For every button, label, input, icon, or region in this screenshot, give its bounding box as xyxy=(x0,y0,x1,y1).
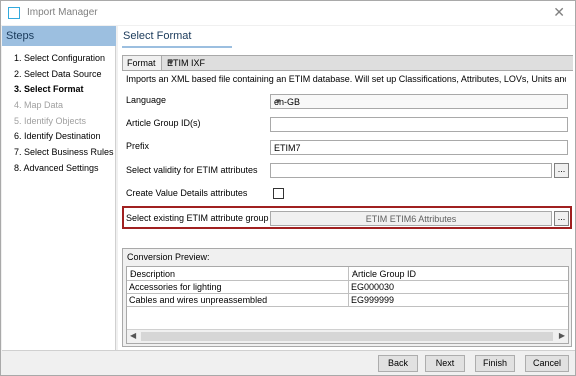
column-header-article-group-id[interactable]: Article Group ID › xyxy=(349,267,568,281)
validity-label: Select validity for ETIM attributes xyxy=(126,165,258,175)
format-description: Imports an XML based file containing an … xyxy=(126,74,566,84)
column-header-description[interactable]: Description › xyxy=(127,267,349,281)
step-item-5: 5. Identify Objects xyxy=(14,115,87,126)
article-group-input[interactable] xyxy=(270,117,568,132)
main-panel: Select Format Format ETIM IXF ▼ Imports … xyxy=(118,26,575,350)
attribute-group-browse-button[interactable]: ... xyxy=(554,211,569,226)
chevron-right-icon: › xyxy=(352,268,355,278)
cancel-button[interactable]: Cancel xyxy=(525,355,569,372)
footer-divider xyxy=(2,350,575,351)
scrollbar-thumb[interactable] xyxy=(141,332,553,341)
steps-list: 1. Select Configuration 2. Select Data S… xyxy=(14,53,114,179)
attribute-group-value: ETIM ETIM6 Attributes xyxy=(365,214,457,224)
format-label: Format xyxy=(127,58,156,68)
title-underline xyxy=(122,46,232,48)
format-row: Format ETIM IXF ▼ xyxy=(122,55,573,71)
attribute-group-label: Select existing ETIM attribute group xyxy=(126,213,269,223)
table-row[interactable]: Accessories for lighting xyxy=(127,281,349,294)
steps-panel: Steps 1. Select Configuration 2. Select … xyxy=(2,26,116,350)
language-dropdown[interactable]: en-GB ▼ xyxy=(270,94,568,109)
import-manager-window: Import Manager ✕ Steps 1. Select Configu… xyxy=(0,0,576,376)
window-icon xyxy=(8,7,20,19)
value-details-checkbox[interactable] xyxy=(273,188,284,199)
arrow-right-icon[interactable]: ▶ xyxy=(559,331,565,340)
format-dropdown[interactable]: ETIM IXF ▼ xyxy=(161,56,573,70)
window-title: Import Manager xyxy=(27,7,98,18)
step-item-3[interactable]: 3. Select Format xyxy=(14,84,114,100)
page-title: Select Format xyxy=(123,30,192,42)
step-item-4: 4. Map Data xyxy=(14,100,64,111)
preview-table: Description › Article Group ID › Accesso… xyxy=(126,266,569,344)
prefix-input[interactable]: ETIM7 xyxy=(270,140,568,155)
step-item-7[interactable]: 7. Select Business Rules xyxy=(14,147,114,163)
table-cell[interactable]: EG999999 xyxy=(349,294,568,307)
table-row[interactable]: Cables and wires unpreassembled xyxy=(127,294,349,307)
back-button[interactable]: Back xyxy=(378,355,418,372)
step-item-6[interactable]: 6. Identify Destination xyxy=(14,131,114,147)
value-details-label: Create Value Details attributes xyxy=(126,188,248,198)
validity-browse-button[interactable]: ... xyxy=(554,163,569,178)
next-button[interactable]: Next xyxy=(425,355,465,372)
step-item-2[interactable]: 2. Select Data Source xyxy=(14,69,114,85)
chevron-down-icon: ▼ xyxy=(167,58,175,67)
language-label: Language xyxy=(126,95,167,105)
article-group-label: Article Group ID(s) xyxy=(126,118,201,128)
chevron-down-icon: ▼ xyxy=(274,97,282,106)
validity-input[interactable] xyxy=(270,163,552,178)
steps-header: Steps xyxy=(2,26,116,46)
prefix-value: ETIM7 xyxy=(274,143,301,153)
preview-label: Conversion Preview: xyxy=(127,252,210,262)
horizontal-scrollbar[interactable]: ◀ ▶ xyxy=(127,329,568,343)
conversion-preview: Conversion Preview: Description › Articl… xyxy=(122,248,572,347)
step-item-1[interactable]: 1. Select Configuration xyxy=(14,53,114,69)
title-bar: Import Manager ✕ xyxy=(1,1,575,25)
table-cell[interactable]: EG000030 xyxy=(349,281,568,294)
step-item-8[interactable]: 8. Advanced Settings xyxy=(14,163,114,179)
close-icon[interactable]: ✕ xyxy=(553,4,565,20)
prefix-label: Prefix xyxy=(126,141,150,151)
arrow-left-icon[interactable]: ◀ xyxy=(130,331,136,340)
finish-button[interactable]: Finish xyxy=(475,355,515,372)
chevron-right-icon: › xyxy=(130,268,133,278)
attribute-group-field[interactable]: ETIM ETIM6 Attributes xyxy=(270,211,552,226)
